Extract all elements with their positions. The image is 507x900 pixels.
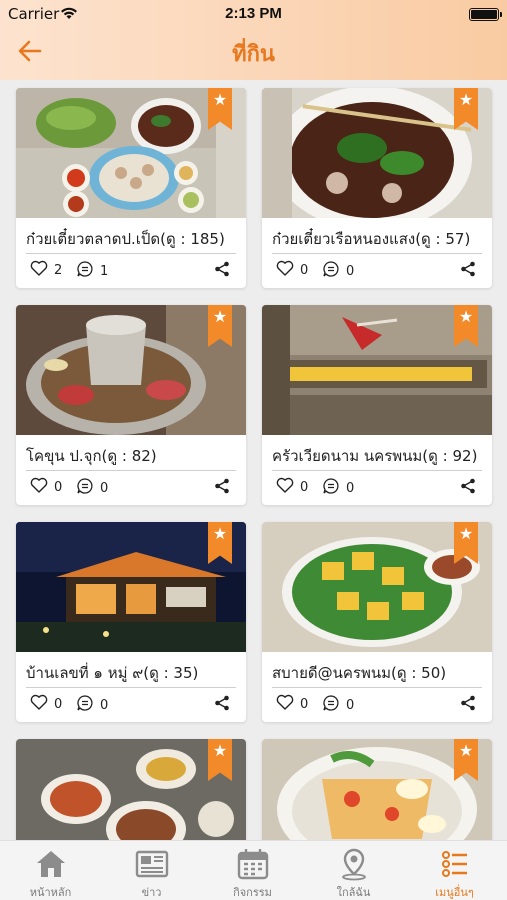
comment-icon — [76, 477, 94, 499]
place-name[interactable]: โคขุน ป.จุก(ดู : 82) — [26, 444, 241, 468]
comment-count: 0 — [100, 697, 109, 713]
card-actions: 0 0 — [272, 260, 482, 280]
battery-icon — [469, 8, 502, 21]
comment-button[interactable]: 0 — [76, 694, 108, 716]
heart-icon — [30, 694, 48, 714]
place-card[interactable]: ★ — [262, 739, 492, 840]
comment-button[interactable]: 0 — [322, 260, 354, 282]
home-icon — [33, 847, 69, 881]
like-button[interactable]: 0 — [276, 260, 308, 280]
comment-button[interactable]: 0 — [322, 477, 354, 499]
heart-icon — [276, 260, 294, 280]
page-title: ที่กิน — [232, 42, 275, 67]
share-icon[interactable] — [460, 695, 476, 715]
like-button[interactable]: 0 — [276, 694, 308, 714]
heart-icon — [276, 694, 294, 714]
comment-icon — [76, 260, 94, 282]
comment-count: 0 — [100, 480, 109, 496]
like-count: 0 — [300, 262, 309, 278]
comment-button[interactable]: 1 — [76, 260, 108, 282]
place-name[interactable]: สบายดี@นครพนม(ดู : 50) — [272, 661, 487, 685]
tab-news[interactable]: ข่าว — [101, 841, 202, 900]
like-count: 2 — [54, 262, 63, 278]
comment-icon — [322, 694, 340, 716]
place-card[interactable]: ★ ครัวเวียดนาม นครพนม(ดู : 92) 0 0 — [262, 305, 492, 505]
bottom-tab-bar: หน้าหลัก ข่าว กิจกรรม ใกล้ฉัน เมนูอื่นๆ — [0, 840, 507, 900]
place-name[interactable]: ก๋วยเตี๋ยวตลาดป.เป็ด(ดู : 185) — [26, 227, 241, 251]
heart-icon — [276, 477, 294, 497]
like-count: 0 — [300, 479, 309, 495]
comment-icon — [322, 260, 340, 282]
location-pin-icon — [336, 847, 372, 881]
place-card[interactable]: ★ บ้านเลขที่ ๑ หมู่ ๙(ดู : 35) 0 0 — [16, 522, 246, 722]
tab-events[interactable]: กิจกรรม — [202, 841, 303, 900]
like-button[interactable]: 2 — [30, 260, 62, 280]
comment-icon — [76, 694, 94, 716]
like-button[interactable]: 0 — [30, 694, 62, 714]
card-divider — [26, 687, 236, 688]
like-count: 0 — [300, 696, 309, 712]
place-name[interactable]: ครัวเวียดนาม นครพนม(ดู : 92) — [272, 444, 487, 468]
card-actions: 0 0 — [26, 477, 236, 497]
like-button[interactable]: 0 — [30, 477, 62, 497]
share-icon[interactable] — [214, 695, 230, 715]
places-grid[interactable]: ★ ก๋วยเตี๋ยวตลาดป.เป็ด(ดู : 185) 2 1 ★ ก… — [0, 80, 507, 840]
place-name[interactable]: บ้านเลขที่ ๑ หมู่ ๙(ดู : 35) — [26, 661, 241, 685]
comment-button[interactable]: 0 — [322, 694, 354, 716]
card-actions: 2 1 — [26, 260, 236, 280]
card-divider — [272, 470, 482, 471]
place-name[interactable]: ก๋วยเตี๋ยวเรือหนองแสง(ดู : 57) — [272, 227, 487, 251]
clock: 2:13 PM — [225, 5, 282, 22]
like-button[interactable]: 0 — [276, 477, 308, 497]
tab-label: ข่าว — [141, 886, 162, 899]
app-header: Carrier 2:13 PM ที่กิน — [0, 0, 507, 80]
tab-label: กิจกรรม — [233, 886, 272, 899]
comment-icon — [322, 477, 340, 499]
tab-label: หน้าหลัก — [29, 886, 72, 899]
share-icon[interactable] — [214, 478, 230, 498]
share-icon[interactable] — [460, 478, 476, 498]
comment-count: 0 — [346, 480, 355, 496]
heart-icon — [30, 477, 48, 497]
comment-count: 0 — [346, 697, 355, 713]
share-icon[interactable] — [214, 261, 230, 281]
tab-home[interactable]: หน้าหลัก — [0, 841, 101, 900]
heart-icon — [30, 260, 48, 280]
list-menu-icon — [437, 847, 473, 881]
tab-more[interactable]: เมนูอื่นๆ — [404, 841, 505, 900]
card-divider — [272, 687, 482, 688]
card-divider — [26, 253, 236, 254]
status-bar: Carrier 2:13 PM — [0, 4, 507, 24]
card-actions: 0 0 — [272, 477, 482, 497]
card-divider — [26, 470, 236, 471]
comment-count: 0 — [346, 263, 355, 279]
comment-button[interactable]: 0 — [76, 477, 108, 499]
like-count: 0 — [54, 479, 63, 495]
comment-count: 1 — [100, 263, 109, 279]
share-icon[interactable] — [460, 261, 476, 281]
place-card[interactable]: ★ ก๋วยเตี๋ยวตลาดป.เป็ด(ดู : 185) 2 1 — [16, 88, 246, 288]
newspaper-icon — [134, 847, 170, 881]
like-count: 0 — [54, 696, 63, 712]
tab-nearby[interactable]: ใกล้ฉัน — [303, 841, 404, 900]
tab-label: เมนูอื่นๆ — [435, 886, 474, 899]
place-card[interactable]: ★ ก๋วยเตี๋ยวเรือหนองแสง(ดู : 57) 0 0 — [262, 88, 492, 288]
calendar-icon — [235, 847, 271, 881]
card-divider — [272, 253, 482, 254]
place-card[interactable]: ★ โคขุน ป.จุก(ดู : 82) 0 0 — [16, 305, 246, 505]
place-card[interactable]: ★ สบายดี@นครพนม(ดู : 50) 0 0 — [262, 522, 492, 722]
place-card[interactable]: ★ — [16, 739, 246, 840]
card-actions: 0 0 — [272, 694, 482, 714]
tab-label: ใกล้ฉัน — [336, 886, 371, 899]
card-actions: 0 0 — [26, 694, 236, 714]
